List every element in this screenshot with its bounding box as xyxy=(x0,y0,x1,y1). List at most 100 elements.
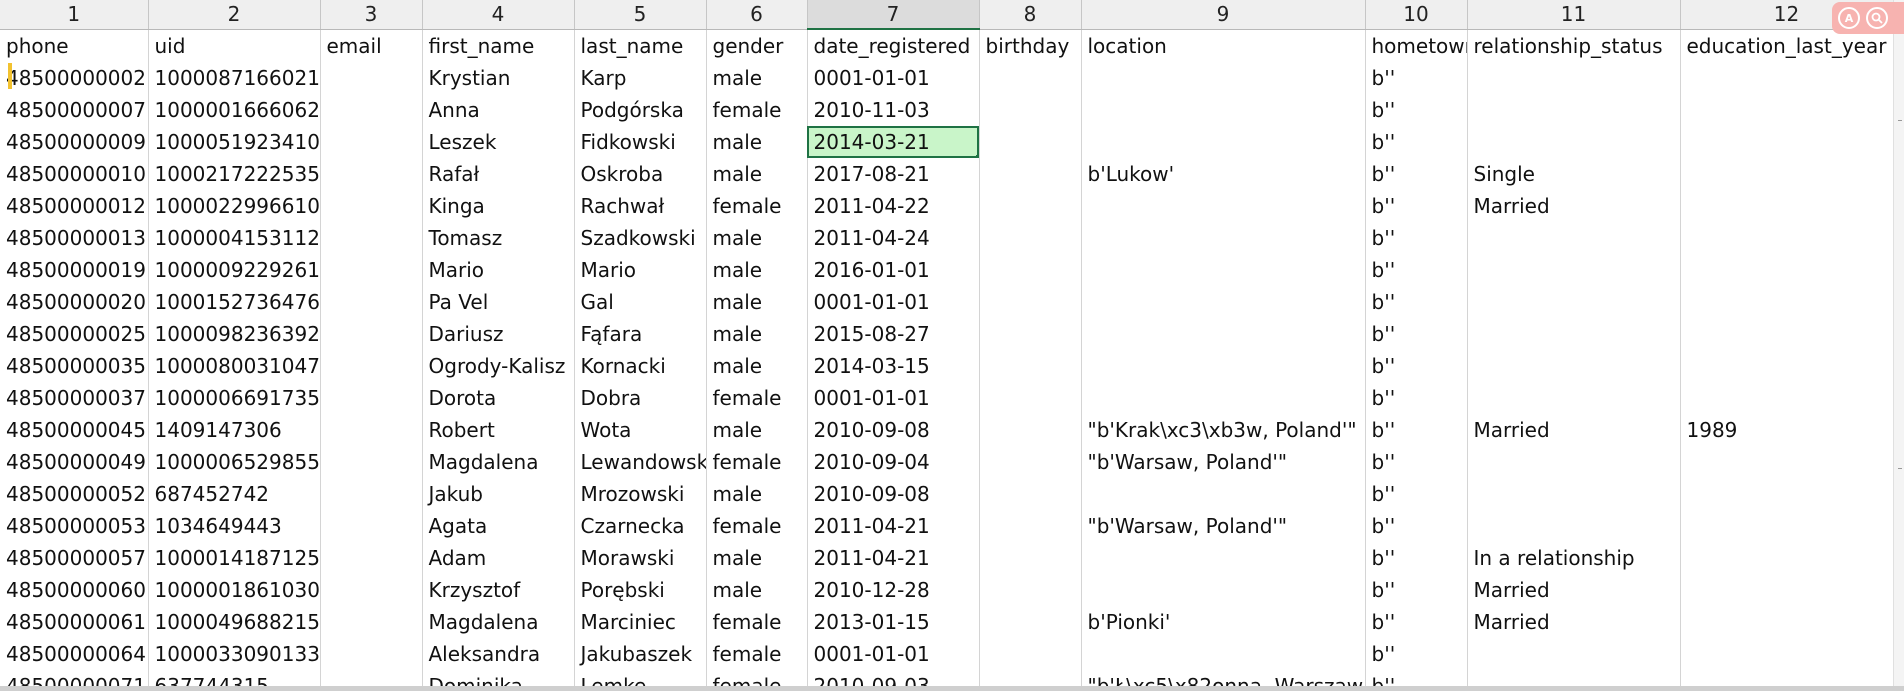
table-cell[interactable] xyxy=(1081,542,1366,574)
table-cell[interactable] xyxy=(979,222,1082,254)
table-cell[interactable] xyxy=(979,510,1082,542)
table-cell[interactable]: 48500000061 xyxy=(0,606,149,638)
table-cell[interactable]: male xyxy=(706,126,808,158)
table-cell[interactable] xyxy=(979,542,1082,574)
table-cell[interactable]: female xyxy=(706,670,808,686)
table-cell[interactable]: 100021722253565 xyxy=(148,158,321,190)
table-cell[interactable]: 0001-01-01 xyxy=(807,638,980,670)
field-name-cell[interactable]: phone xyxy=(0,29,149,62)
table-cell[interactable]: 100000669173591 xyxy=(148,382,321,414)
table-cell[interactable]: Mrozowski xyxy=(574,478,707,510)
table-cell[interactable] xyxy=(979,478,1082,510)
table-cell[interactable] xyxy=(1680,254,1893,286)
table-cell[interactable] xyxy=(320,94,423,126)
table-cell[interactable] xyxy=(1467,286,1681,318)
spreadsheet-grid[interactable]: 1 2 3 4 5 6 7 8 9 10 11 12 phone uid email first_name l… xyxy=(0,0,1893,686)
horizontal-scrollbar[interactable] xyxy=(0,686,1904,691)
table-cell[interactable] xyxy=(1680,222,1893,254)
table-cell[interactable]: 48500000057 xyxy=(0,542,149,574)
column-header-6[interactable]: 6 xyxy=(706,0,808,30)
table-cell[interactable] xyxy=(1467,446,1681,478)
table-cell[interactable] xyxy=(1680,158,1893,190)
table-cell[interactable] xyxy=(1081,478,1366,510)
table-cell[interactable]: Dariusz xyxy=(422,318,575,350)
table-cell[interactable]: Magdalena xyxy=(422,606,575,638)
field-name-cell[interactable]: email xyxy=(320,29,423,62)
data-table[interactable]: 1 2 3 4 5 6 7 8 9 10 11 12 phone uid email first_name l… xyxy=(0,0,1893,686)
table-cell[interactable] xyxy=(320,670,423,686)
table-cell[interactable] xyxy=(1081,62,1366,94)
table-cell[interactable]: Ogrody-Kalisz xyxy=(422,350,575,382)
table-cell[interactable]: Single xyxy=(1467,158,1681,190)
table-cell[interactable]: 100000166606296 xyxy=(148,94,321,126)
table-cell[interactable]: Anna xyxy=(422,94,575,126)
table-cell[interactable]: 100000922926158 xyxy=(148,254,321,286)
table-cell[interactable] xyxy=(1081,638,1366,670)
table-cell[interactable]: 100000415311219 xyxy=(148,222,321,254)
table-cell[interactable] xyxy=(979,94,1082,126)
table-cell[interactable]: 0001-01-01 xyxy=(807,382,980,414)
table-cell[interactable] xyxy=(320,62,423,94)
table-cell[interactable] xyxy=(320,382,423,414)
table-cell[interactable] xyxy=(1467,382,1681,414)
table-cell[interactable]: Married xyxy=(1467,606,1681,638)
table-cell[interactable] xyxy=(1081,318,1366,350)
table-cell[interactable]: Rachwał xyxy=(574,190,707,222)
table-cell[interactable] xyxy=(979,158,1082,190)
table-cell[interactable]: 2010-12-28 xyxy=(807,574,980,606)
table-cell[interactable]: male xyxy=(706,286,808,318)
table-cell[interactable]: 2015-08-27 xyxy=(807,318,980,350)
table-cell[interactable]: 100005192341021 xyxy=(148,126,321,158)
table-cell[interactable] xyxy=(1081,574,1366,606)
table-cell[interactable]: b'' xyxy=(1365,670,1468,686)
table-cell[interactable] xyxy=(1680,94,1893,126)
table-cell[interactable] xyxy=(1467,670,1681,686)
table-cell[interactable]: 2010-09-04 xyxy=(807,446,980,478)
table-cell[interactable] xyxy=(979,382,1082,414)
table-cell[interactable]: Aleksandra xyxy=(422,638,575,670)
table-cell[interactable]: b'Pionki' xyxy=(1081,606,1366,638)
table-cell[interactable]: female xyxy=(706,382,808,414)
vertical-scrollbar[interactable] xyxy=(1893,0,1904,686)
table-cell[interactable] xyxy=(1467,638,1681,670)
table-cell[interactable]: Wota xyxy=(574,414,707,446)
table-cell[interactable]: male xyxy=(706,574,808,606)
table-cell[interactable] xyxy=(1680,126,1893,158)
table-cell[interactable]: Gal xyxy=(574,286,707,318)
table-cell[interactable] xyxy=(1680,542,1893,574)
table-cell[interactable]: b'' xyxy=(1365,286,1468,318)
table-cell[interactable] xyxy=(1680,638,1893,670)
table-cell[interactable] xyxy=(320,254,423,286)
table-cell[interactable] xyxy=(1680,382,1893,414)
table-cell[interactable]: Lemke xyxy=(574,670,707,686)
table-cell[interactable]: male xyxy=(706,414,808,446)
column-header-7[interactable]: 7 xyxy=(807,0,980,30)
table-cell[interactable]: 2013-01-15 xyxy=(807,606,980,638)
table-cell[interactable]: 637744315 xyxy=(148,670,321,686)
table-cell[interactable] xyxy=(1680,510,1893,542)
field-name-cell[interactable]: birthday xyxy=(979,29,1082,62)
table-cell[interactable]: 2011-04-22 xyxy=(807,190,980,222)
table-cell[interactable]: Podgórska xyxy=(574,94,707,126)
table-cell[interactable]: 2010-09-08 xyxy=(807,478,980,510)
table-cell[interactable]: 100002299661088 xyxy=(148,190,321,222)
table-cell[interactable]: "b'Warsaw, Poland'" xyxy=(1081,446,1366,478)
column-header-8[interactable]: 8 xyxy=(979,0,1082,30)
table-cell[interactable]: b'' xyxy=(1365,126,1468,158)
table-cell[interactable]: b'' xyxy=(1365,222,1468,254)
table-cell[interactable]: 2010-09-08 xyxy=(807,414,980,446)
table-cell[interactable]: b'' xyxy=(1365,638,1468,670)
table-cell[interactable]: b'' xyxy=(1365,414,1468,446)
table-cell[interactable]: male xyxy=(706,350,808,382)
table-cell[interactable]: Dominika xyxy=(422,670,575,686)
table-cell[interactable]: Adam xyxy=(422,542,575,574)
table-cell[interactable]: Mario xyxy=(422,254,575,286)
table-cell[interactable] xyxy=(1467,126,1681,158)
table-cell[interactable]: Kornacki xyxy=(574,350,707,382)
table-cell[interactable]: Porębski xyxy=(574,574,707,606)
column-header-11[interactable]: 11 xyxy=(1467,0,1681,30)
table-cell[interactable] xyxy=(1467,478,1681,510)
table-cell[interactable]: In a relationship xyxy=(1467,542,1681,574)
table-cell[interactable] xyxy=(979,446,1082,478)
table-cell[interactable]: Dobra xyxy=(574,382,707,414)
